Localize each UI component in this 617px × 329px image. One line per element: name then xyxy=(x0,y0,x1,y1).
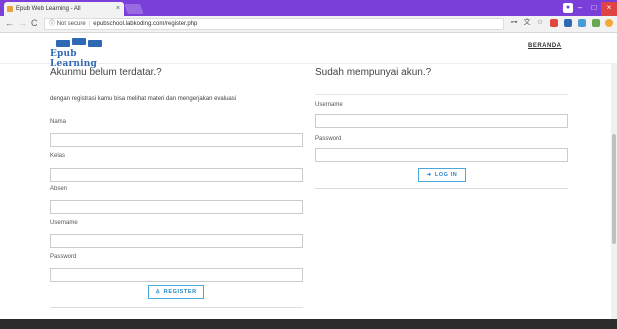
field-label: Password xyxy=(315,136,342,142)
tab-close-icon[interactable]: × xyxy=(116,2,120,16)
reload-icon[interactable]: C xyxy=(31,18,38,28)
extension-icon[interactable] xyxy=(564,19,572,27)
login-heading: Sudah mempunyai akun.? xyxy=(315,67,432,78)
books-icon xyxy=(52,38,102,48)
site-footer xyxy=(0,319,617,329)
register-username-input[interactable] xyxy=(50,234,303,248)
opera-extension-icon[interactable] xyxy=(550,19,558,27)
bookmark-star-icon[interactable]: ☆ xyxy=(536,19,544,27)
address-bar[interactable]: ⓘ Not secure | epubschool.labkoding.com/re… xyxy=(44,18,504,30)
login-divider-bottom xyxy=(315,188,568,189)
minimize-button[interactable]: – xyxy=(573,2,587,14)
login-field-password: Password xyxy=(315,136,568,162)
back-icon[interactable]: ← xyxy=(5,18,14,28)
field-label: Nama xyxy=(50,119,67,125)
login-password-input[interactable] xyxy=(315,148,568,162)
profile-icon[interactable]: ● xyxy=(563,3,573,13)
field-label: Absen xyxy=(50,186,68,192)
page-scrollbar[interactable] xyxy=(611,64,617,319)
key-icon[interactable]: ⊶ xyxy=(510,19,518,27)
field-label: Kelas xyxy=(50,153,66,159)
url-text: epubschool.labkoding.com/register.php xyxy=(93,21,198,27)
nama-input[interactable] xyxy=(50,133,303,147)
login-divider-top xyxy=(315,94,568,95)
extension-icon[interactable] xyxy=(592,19,600,27)
login-section: Sudah mempunyai akun.? Username Password… xyxy=(315,64,568,189)
field-kelas: Kelas xyxy=(50,153,303,182)
maximize-button[interactable]: □ xyxy=(587,2,601,14)
login-button[interactable]: ➜ LOG IN xyxy=(418,168,466,182)
user-plus-icon: ♙ xyxy=(155,289,161,295)
translate-icon[interactable]: 文 xyxy=(523,19,531,27)
extension-icon[interactable] xyxy=(578,19,586,27)
register-button-label: REGISTER xyxy=(163,289,197,295)
address-separator: | xyxy=(88,21,91,27)
field-password: Password xyxy=(50,254,303,282)
field-label: Password xyxy=(50,254,77,260)
browser-tab[interactable]: Epub Web Learning - All × xyxy=(4,2,124,16)
nav-link-beranda[interactable]: BERANDA xyxy=(528,43,562,49)
page: Epub Learning BERANDA Akunmu belum terda… xyxy=(0,34,617,329)
info-icon: ⓘ xyxy=(49,21,56,27)
register-divider xyxy=(50,307,303,308)
field-label: Username xyxy=(315,102,343,108)
field-label: Username xyxy=(50,220,78,226)
scrollbar-thumb[interactable] xyxy=(612,134,616,244)
register-section: Akunmu belum terdatar.? dengan registras… xyxy=(50,64,303,308)
field-nama: Nama xyxy=(50,119,303,147)
field-absen: Absen xyxy=(50,186,303,214)
register-heading: Akunmu belum terdatar.? xyxy=(50,67,162,78)
close-window-button[interactable]: × xyxy=(601,2,617,16)
absen-input[interactable] xyxy=(50,200,303,214)
browser-tabstrip: Epub Web Learning - All × ● – □ × xyxy=(0,0,617,16)
register-description: dengan registrasi kamu bisa melihat mate… xyxy=(50,96,237,102)
new-tab-button[interactable] xyxy=(124,4,144,14)
kelas-input[interactable] xyxy=(50,168,303,182)
chrome-extension-icon[interactable] xyxy=(605,19,613,27)
register-button[interactable]: ♙ REGISTER xyxy=(148,285,204,299)
site-logo[interactable]: Epub Learning xyxy=(50,38,112,69)
login-username-input[interactable] xyxy=(315,114,568,128)
site-navbar: Epub Learning BERANDA xyxy=(0,34,617,69)
forward-icon[interactable]: → xyxy=(18,18,27,28)
browser-toolbar: ← → C ⓘ Not secure | epubschool.labkoding.… xyxy=(0,16,617,33)
login-field-username: Username xyxy=(315,102,568,128)
sign-in-icon: ➜ xyxy=(426,172,432,178)
not-secure-label: Not secure xyxy=(56,21,86,27)
tab-title: Epub Web Learning - All xyxy=(16,6,81,12)
login-button-label: LOG IN xyxy=(434,172,458,178)
favicon-icon xyxy=(7,6,13,12)
register-password-input[interactable] xyxy=(50,268,303,282)
field-username: Username xyxy=(50,220,303,248)
